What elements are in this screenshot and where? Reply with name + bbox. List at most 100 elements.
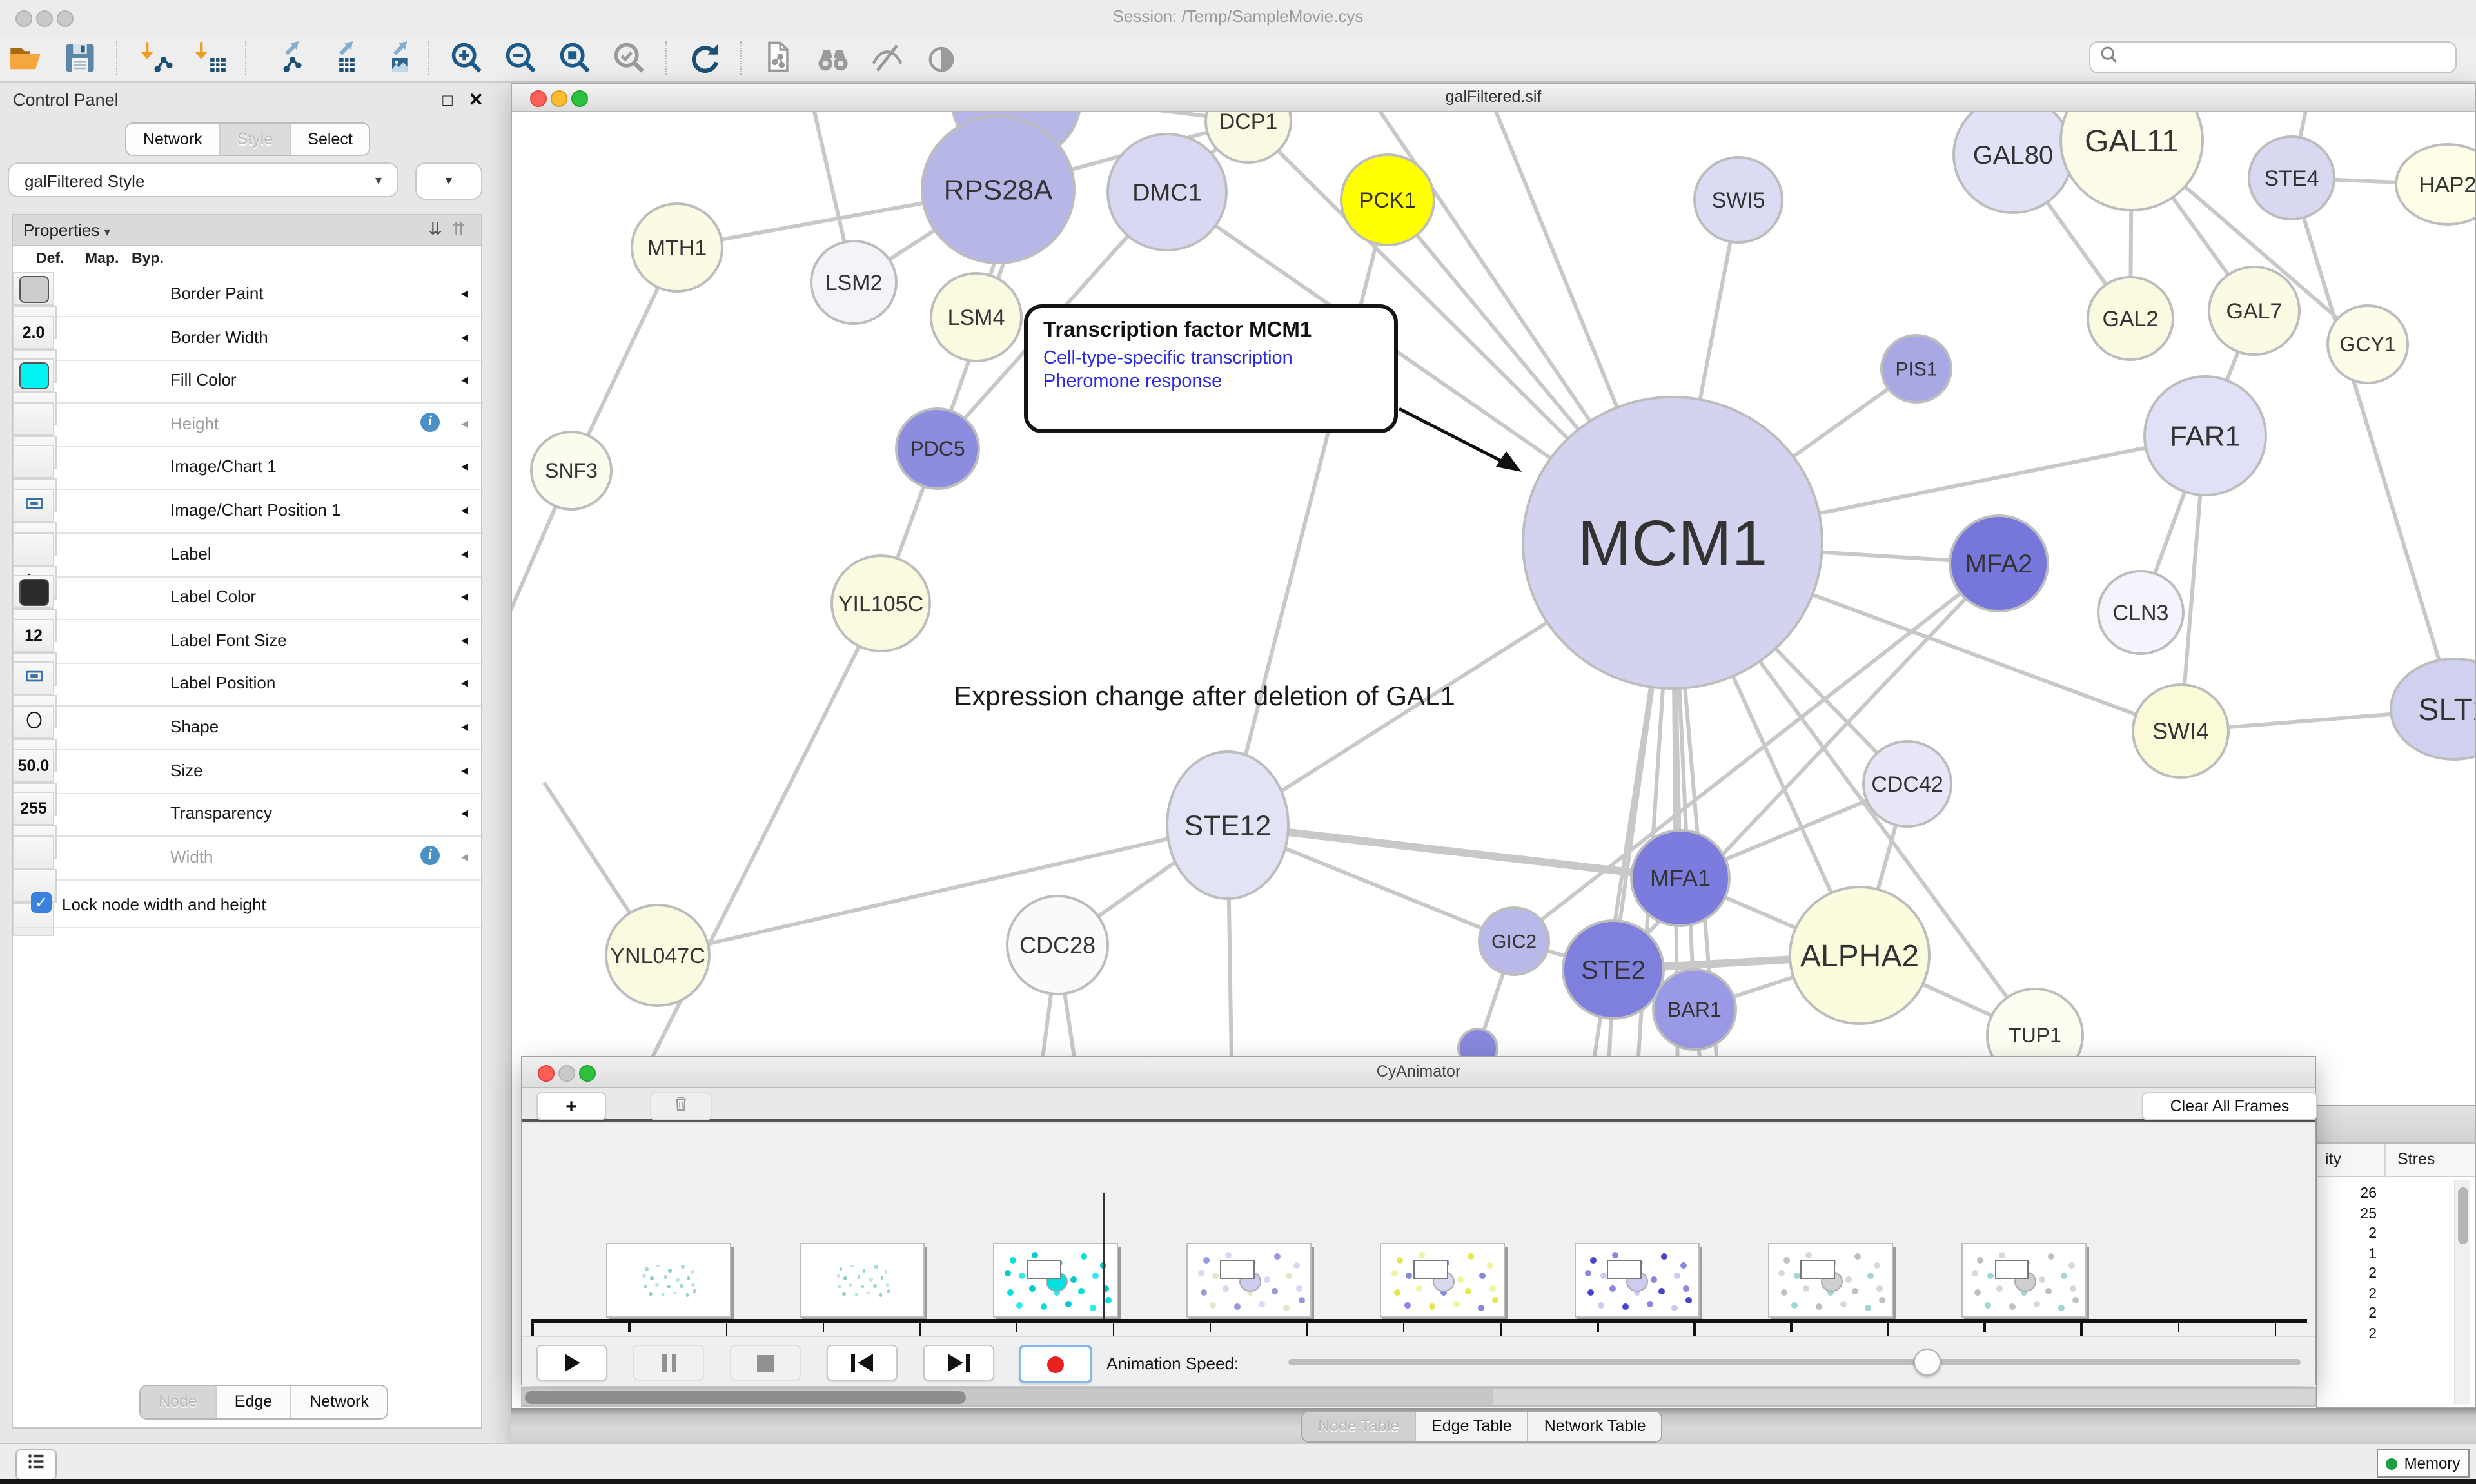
frame-thumbnail-8[interactable] — [1961, 1243, 2087, 1318]
network-node-pck1[interactable]: PCK1 — [1341, 155, 1434, 245]
slider-knob[interactable] — [1913, 1349, 1940, 1376]
expand-all-icon[interactable]: ⇊ — [428, 219, 442, 240]
export-network-icon[interactable] — [266, 40, 302, 76]
network-node-cdc28[interactable]: CDC28 — [1007, 896, 1108, 994]
zoom-traffic-light[interactable] — [57, 10, 74, 27]
network-edge[interactable] — [1228, 200, 1388, 825]
collapse-arrow-icon[interactable]: ◂ — [461, 285, 468, 302]
default-cell[interactable] — [13, 358, 54, 392]
network-edge[interactable] — [658, 825, 1228, 955]
collapse-arrow-icon[interactable]: ◂ — [461, 545, 468, 561]
default-cell[interactable]: 12 — [13, 619, 54, 652]
info-icon[interactable]: i — [420, 413, 440, 432]
network-edge[interactable] — [2292, 178, 2454, 709]
table-cell-value[interactable]: 2 — [2320, 1266, 2377, 1282]
search-input[interactable] — [2089, 41, 2457, 73]
default-cell[interactable] — [13, 532, 54, 565]
timeline-playhead[interactable] — [1103, 1193, 1105, 1319]
network-node-snf3[interactable]: SNF3 — [531, 432, 611, 509]
network-node-hap2[interactable]: HAP2 — [2396, 144, 2475, 224]
properties-header[interactable]: Properties ▾ ⇊ ⇈ — [13, 215, 481, 246]
frame-thumbnail-4[interactable] — [1187, 1243, 1312, 1318]
network-node-dcp1[interactable]: DCP1 — [1206, 112, 1291, 162]
zoom-traffic-light[interactable] — [571, 90, 588, 107]
save-session-icon[interactable] — [62, 40, 98, 76]
default-cell[interactable] — [13, 402, 54, 436]
tab-network[interactable]: Network — [126, 124, 221, 155]
minimize-traffic-light[interactable] — [558, 1065, 575, 1082]
cyanimator-titlebar[interactable]: CyAnimator — [522, 1057, 2315, 1088]
default-cell[interactable] — [13, 662, 54, 696]
zoom-out-icon[interactable] — [503, 40, 539, 76]
open-session-icon[interactable] — [8, 40, 44, 76]
property-row-fill-color[interactable]: Fill Color◂ — [13, 358, 481, 404]
zoom-in-icon[interactable] — [449, 40, 485, 76]
export-table-icon[interactable] — [320, 40, 356, 76]
color-swatch[interactable] — [19, 578, 48, 605]
table-cell-value[interactable]: 25 — [2320, 1206, 2377, 1222]
animation-speed-slider[interactable] — [1288, 1359, 2301, 1365]
table-cell-value[interactable]: 2 — [2320, 1286, 2377, 1302]
collapse-arrow-icon[interactable]: ◂ — [461, 328, 468, 345]
collapse-arrow-icon[interactable]: ◂ — [461, 675, 468, 692]
default-cell[interactable]: 255 — [13, 792, 54, 825]
collapse-arrow-icon[interactable]: ◂ — [461, 371, 468, 388]
tab-edge-table[interactable]: Edge Table — [1416, 1412, 1529, 1441]
collapse-arrow-icon[interactable]: ◂ — [461, 415, 468, 432]
collapse-arrow-icon[interactable]: ◂ — [461, 848, 468, 865]
network-node-slt2[interactable]: SLT2 — [2391, 659, 2475, 759]
column-header-clipped[interactable]: ity — [2325, 1150, 2341, 1168]
network-node-swi4[interactable]: SWI4 — [2133, 685, 2228, 777]
annotation-box[interactable]: Transcription factor MCM1 Cell-type-spec… — [1024, 304, 1398, 433]
network-node-cln3[interactable]: CLN3 — [2098, 571, 2183, 654]
collapse-all-icon[interactable]: ⇈ — [451, 219, 466, 240]
network-node-gal80[interactable]: GAL80 — [1954, 112, 2072, 213]
network-node-ste4[interactable]: STE4 — [2249, 137, 2334, 219]
close-traffic-light[interactable] — [530, 90, 547, 107]
zoom-fit-icon[interactable] — [557, 40, 593, 76]
delete-frame-button[interactable] — [650, 1092, 712, 1120]
table-cell-value[interactable]: 1 — [2320, 1246, 2377, 1262]
info-icon[interactable]: i — [420, 846, 440, 865]
import-network-icon[interactable] — [137, 40, 173, 76]
table-cell-value[interactable]: 26 — [2320, 1186, 2377, 1202]
network-node-ste12[interactable]: STE12 — [1167, 752, 1288, 899]
network-node-mcm1[interactable]: MCM1 — [1523, 397, 1822, 688]
frame-timeline[interactable]: 0123456789Seconds — [522, 1124, 2315, 1336]
default-cell[interactable] — [13, 835, 54, 869]
property-row-label[interactable]: Label◂ — [13, 532, 481, 577]
property-row-height[interactable]: Heighti◂ — [13, 402, 481, 447]
frame-thumbnail-3[interactable] — [993, 1243, 1118, 1318]
network-node-pis1[interactable]: PIS1 — [1882, 335, 1951, 402]
color-swatch[interactable] — [19, 275, 48, 302]
tab-node-table[interactable]: Node Table — [1302, 1412, 1416, 1441]
tab-select[interactable]: Select — [291, 124, 369, 155]
network-node-gal11[interactable]: GAL11 — [2061, 112, 2203, 210]
property-row-image-chart-1[interactable]: Image/Chart 1◂ — [13, 445, 481, 491]
last-frame-button[interactable] — [923, 1345, 994, 1381]
network-node-mfa2[interactable]: MFA2 — [1950, 516, 2048, 611]
table-cell-value[interactable]: 2 — [2320, 1306, 2377, 1322]
collapse-arrow-icon[interactable]: ◂ — [461, 718, 468, 735]
network-node-swi5[interactable]: SWI5 — [1695, 157, 1782, 242]
scrollbar-thumb[interactable] — [525, 1391, 966, 1403]
pause-button[interactable] — [633, 1345, 704, 1381]
network-node-gic2[interactable]: GIC2 — [1479, 908, 1549, 975]
color-swatch[interactable] — [19, 362, 48, 389]
export-image-icon[interactable] — [374, 40, 410, 76]
property-row-shape[interactable]: Shape◂ — [13, 705, 481, 750]
collapse-arrow-icon[interactable]: ◂ — [461, 761, 468, 778]
zoom-traffic-light[interactable] — [579, 1065, 596, 1082]
property-row-label-font-size[interactable]: 12Label Font Size◂ — [13, 619, 481, 664]
network-window-titlebar[interactable]: galFiltered.sif — [512, 84, 2475, 112]
record-button[interactable] — [1019, 1345, 1092, 1383]
stop-button[interactable] — [730, 1345, 801, 1381]
task-history-button[interactable] — [15, 1449, 57, 1480]
tab-node-style[interactable]: Node — [141, 1386, 217, 1418]
network-node-ste2[interactable]: STE2 — [1563, 921, 1664, 1019]
collapse-arrow-icon[interactable]: ◂ — [461, 588, 468, 605]
table-vertical-scrollbar[interactable] — [2454, 1180, 2470, 1404]
network-node-ynl047c[interactable]: YNL047C — [606, 905, 709, 1006]
memory-button[interactable]: Memory — [2377, 1449, 2470, 1478]
network-node-pdc5[interactable]: PDC5 — [896, 409, 979, 489]
